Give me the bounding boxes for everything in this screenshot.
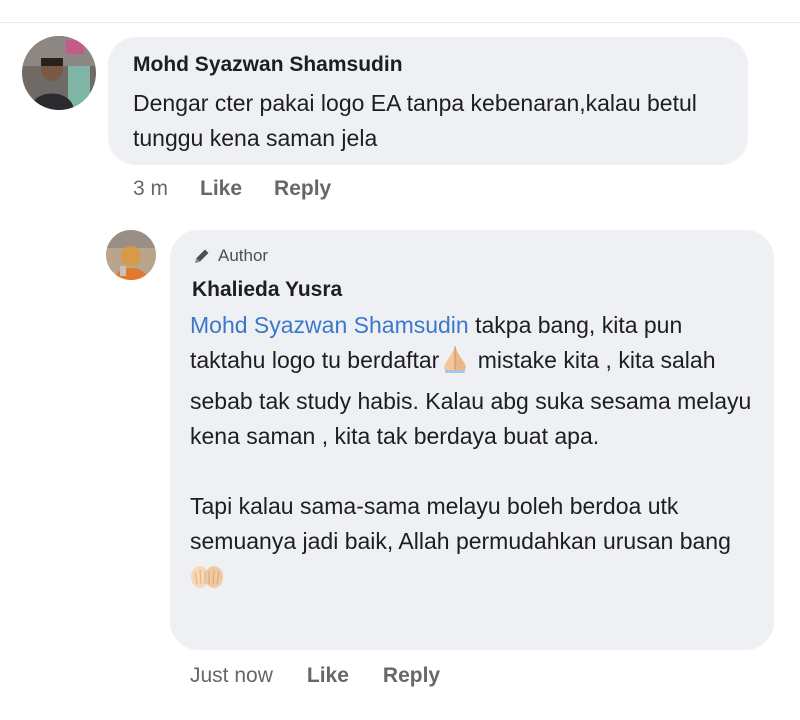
reply-actions: Just now Like Reply [190, 664, 440, 688]
reply-avatar[interactable] [106, 230, 156, 280]
comment-thread: Mohd Syazwan Shamsudin Dengar cter pakai… [0, 0, 800, 720]
reply-timestamp[interactable]: Just now [190, 664, 273, 688]
like-button[interactable]: Like [307, 664, 349, 688]
author-badge: Author [192, 246, 268, 266]
reply-text-paragraph2: Tapi kalau sama-sama melayu boleh berdoa… [190, 493, 731, 554]
comment-bubble: Mohd Syazwan Shamsudin Dengar cter pakai… [108, 37, 748, 165]
top-divider [0, 0, 800, 23]
reply-button[interactable]: Reply [383, 664, 440, 688]
like-button[interactable]: Like [200, 177, 242, 201]
pencil-icon [192, 246, 212, 266]
author-badge-label: Author [218, 246, 269, 265]
reply-button[interactable]: Reply [274, 177, 331, 201]
comment-text: Dengar cter pakai logo EA tanpa kebenara… [133, 90, 697, 151]
reply-text: Mohd Syazwan Shamsudin takpa bang, kita … [190, 308, 760, 600]
comment-actions: 3 m Like Reply [133, 177, 331, 201]
open-hands-emoji [190, 562, 224, 600]
comment-timestamp[interactable]: 3 m [133, 177, 168, 201]
mention-link[interactable]: Mohd Syazwan Shamsudin [190, 312, 469, 338]
comment-author-name[interactable]: Mohd Syazwan Shamsudin [133, 53, 403, 77]
avatar[interactable] [22, 36, 96, 110]
reply-bubble: Author Khalieda Yusra Mohd Syazwan Shams… [170, 230, 774, 650]
reply-author-name[interactable]: Khalieda Yusra [192, 278, 342, 302]
folded-hands-emoji [439, 344, 471, 384]
